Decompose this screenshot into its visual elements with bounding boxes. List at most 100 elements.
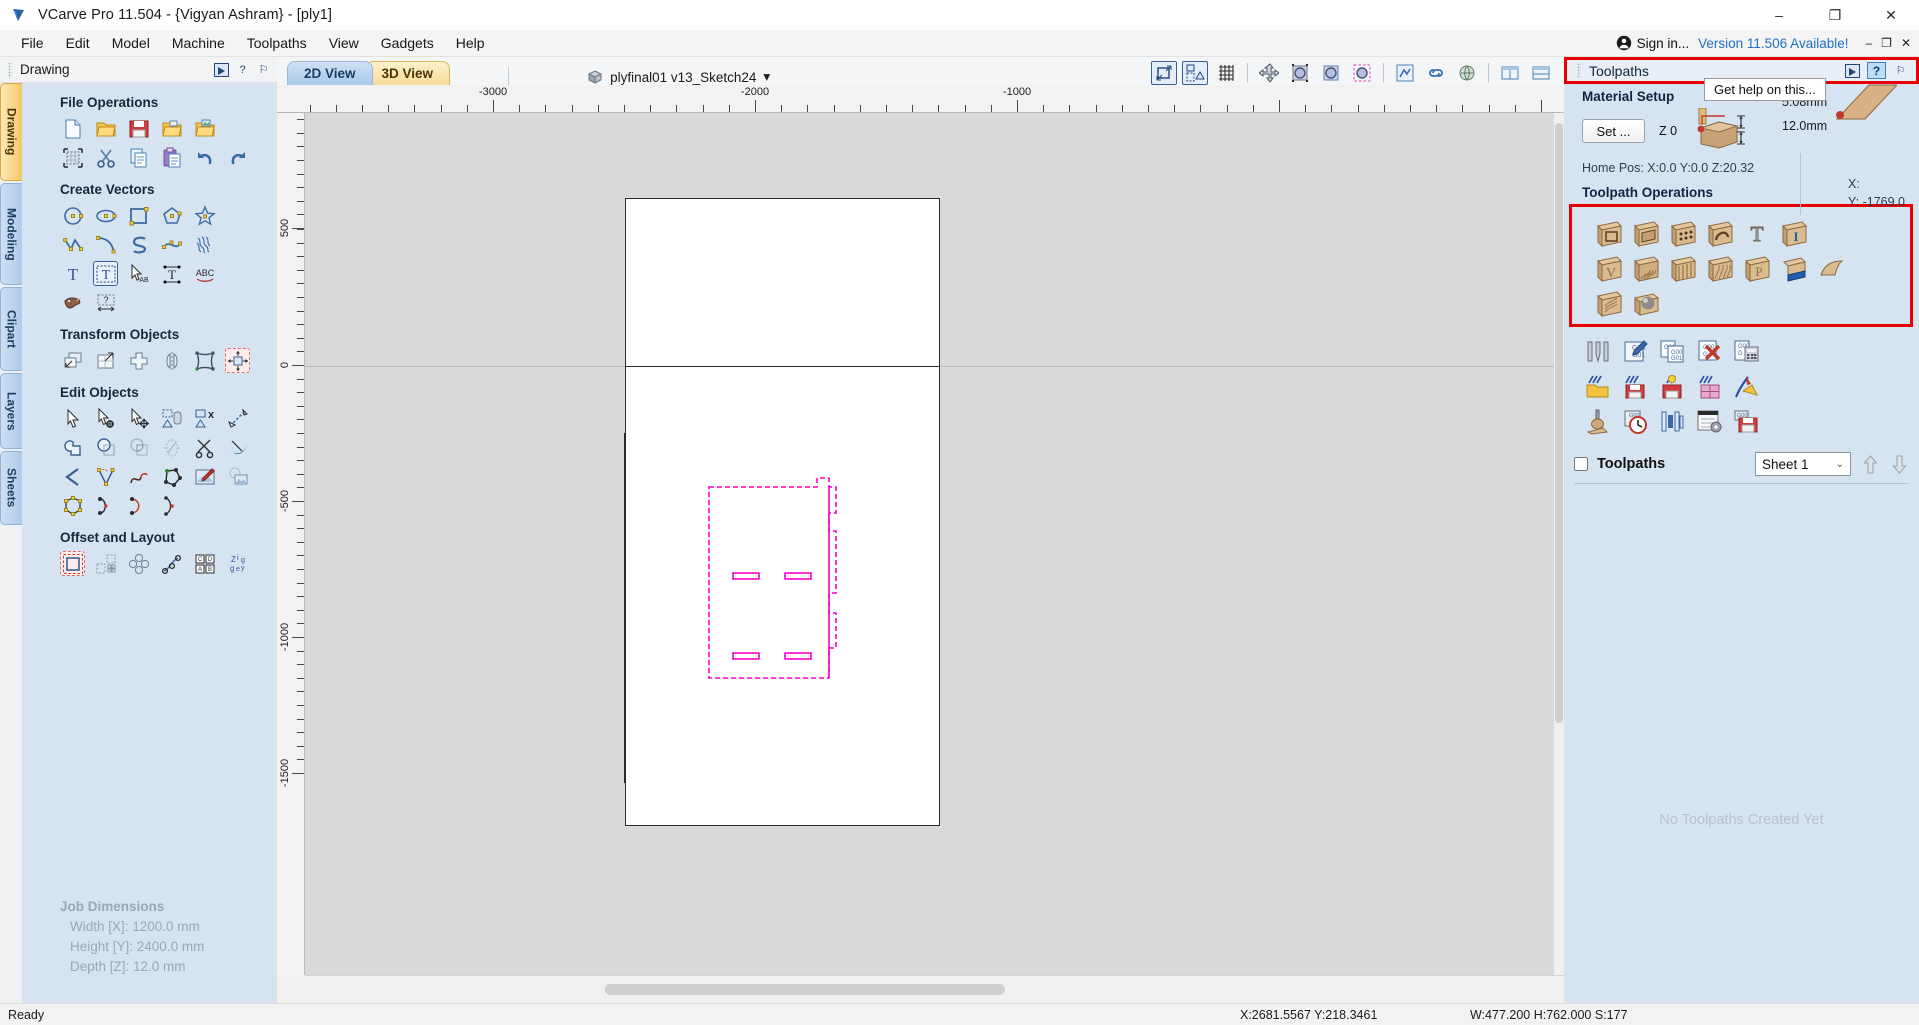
measure-icon[interactable] <box>225 406 250 431</box>
join-vectors-icon[interactable] <box>159 406 184 431</box>
offset-vectors-icon[interactable] <box>60 551 85 576</box>
draw-rectangle-icon[interactable] <box>126 203 151 228</box>
pan-view-icon[interactable] <box>1256 61 1282 85</box>
delete-gcode-icon[interactable]: G00G <box>1695 337 1724 366</box>
mirror-object-icon[interactable] <box>159 348 184 373</box>
text-toolpath-icon[interactable]: T <box>1743 219 1772 248</box>
link-vectors-icon[interactable] <box>1423 61 1449 85</box>
fillet-icon[interactable] <box>60 464 85 489</box>
copy-along-curve-icon[interactable] <box>159 551 184 576</box>
menu-toolpaths[interactable]: Toolpaths <box>236 31 318 55</box>
fill-tool-icon[interactable] <box>225 435 250 460</box>
edit-bitmap-icon[interactable] <box>192 464 217 489</box>
move-down-button[interactable] <box>1889 453 1909 475</box>
draw-spline-icon[interactable] <box>159 232 184 257</box>
insert-node-icon[interactable] <box>159 464 184 489</box>
toolpath-export-icon[interactable] <box>1732 372 1761 401</box>
sidebar-tab-sheets[interactable]: Sheets <box>0 451 22 525</box>
horizontal-ruler[interactable]: -3000 -2000 -1000 <box>277 85 1564 113</box>
vcarve-toolpath-icon[interactable] <box>1706 219 1735 248</box>
tab-3d-view[interactable]: 3D View <box>364 61 451 85</box>
draw-curve-icon[interactable] <box>126 232 151 257</box>
toolpaths-visibility-checkbox[interactable] <box>1574 457 1588 471</box>
draw-polyline-icon[interactable] <box>60 232 85 257</box>
sidebar-tab-modeling[interactable]: Modeling <box>0 183 22 285</box>
dimension-tool-icon[interactable]: ? <box>93 290 118 315</box>
cut-icon[interactable] <box>93 145 118 170</box>
curve-point-icon[interactable] <box>159 493 184 518</box>
menu-view[interactable]: View <box>318 31 370 55</box>
tool-database-icon[interactable] <box>1584 337 1613 366</box>
create-fillet-icon[interactable] <box>93 464 118 489</box>
collapse-panel-icon[interactable] <box>1845 63 1860 78</box>
open-toolpath-icon[interactable] <box>1584 372 1613 401</box>
split-view-horizontal-icon[interactable] <box>1497 61 1523 85</box>
mdi-restore-button[interactable]: ❐ <box>1881 36 1892 50</box>
toolpath-template-icon[interactable] <box>1695 407 1724 436</box>
edit-text-icon[interactable]: T <box>93 261 118 286</box>
pin-icon[interactable]: ⚐ <box>256 62 271 77</box>
file-dropdown-caret-icon[interactable]: ▾ <box>763 69 770 85</box>
trace-bitmap-icon[interactable] <box>60 290 85 315</box>
fluting-toolpath-icon[interactable] <box>1632 254 1661 283</box>
import-file-icon[interactable] <box>159 116 184 141</box>
zoom-in-icon[interactable] <box>1287 61 1313 85</box>
align-objects-icon[interactable] <box>225 348 250 373</box>
zoom-extents-icon[interactable] <box>1151 61 1177 85</box>
sidebar-tab-clipart[interactable]: Clipart <box>0 287 22 371</box>
draw-texture-icon[interactable] <box>192 232 217 257</box>
intersect-icon[interactable] <box>126 435 151 460</box>
select-all-icon[interactable] <box>60 145 85 170</box>
panel-grip-icon[interactable] <box>8 61 12 78</box>
mdi-minimize-button[interactable]: – <box>1865 36 1872 50</box>
scissors-trim-icon[interactable] <box>192 435 217 460</box>
zoom-out-icon[interactable] <box>1318 61 1344 85</box>
draw-ellipse-icon[interactable] <box>93 203 118 228</box>
toggle-grid-icon[interactable] <box>1213 61 1239 85</box>
toggle-3d-preview-icon[interactable] <box>1454 61 1480 85</box>
drilling-toolpath-icon[interactable] <box>1669 219 1698 248</box>
menu-model[interactable]: Model <box>101 31 161 55</box>
mdi-close-button[interactable]: ✕ <box>1901 36 1911 50</box>
draw-polygon-icon[interactable] <box>159 203 184 228</box>
crop-bitmap-icon[interactable] <box>225 464 250 489</box>
menu-gadgets[interactable]: Gadgets <box>370 31 445 55</box>
vertical-ruler[interactable]: 500 0 -500 -1000 -1500 <box>277 113 305 975</box>
paste-icon[interactable] <box>159 145 184 170</box>
toolpath-sheets-icon[interactable] <box>1695 372 1724 401</box>
node-edit-icon[interactable] <box>93 406 118 431</box>
redo-icon[interactable] <box>225 145 250 170</box>
import-bitmap-icon[interactable] <box>192 116 217 141</box>
tab-2d-view[interactable]: 2D View <box>287 61 373 85</box>
auto-text-layout-icon[interactable]: ABC <box>192 261 217 286</box>
active-file-selector[interactable]: plyfinal01 v13_Sketch24 ▾ <box>587 69 770 85</box>
toggle-vectors-icon[interactable] <box>1392 61 1418 85</box>
save-toolpath-icon[interactable] <box>1621 372 1650 401</box>
save-file-icon[interactable] <box>126 116 151 141</box>
pin-icon[interactable]: ⚐ <box>1893 63 1908 78</box>
trim-vectors-icon[interactable] <box>159 435 184 460</box>
horizontal-scrollbar[interactable] <box>305 975 1564 1003</box>
weld-union-icon[interactable] <box>60 435 85 460</box>
move-object-icon[interactable] <box>60 348 85 373</box>
open-file-icon[interactable] <box>93 116 118 141</box>
vertical-scrollbar[interactable] <box>1554 113 1564 975</box>
minimize-button[interactable]: – <box>1751 0 1807 30</box>
undo-icon[interactable] <box>192 145 217 170</box>
draw-arc-icon[interactable] <box>93 232 118 257</box>
array-copy-icon[interactable] <box>126 551 151 576</box>
chamfer-toolpath-icon[interactable] <box>1780 254 1809 283</box>
save-toolpath-template-icon[interactable]: G00 <box>1732 407 1761 436</box>
maximize-button[interactable]: ❐ <box>1807 0 1863 30</box>
select-text-icon[interactable]: AB <box>126 261 151 286</box>
new-file-icon[interactable] <box>60 116 85 141</box>
draw-circle-icon[interactable] <box>60 203 85 228</box>
rotate-object-icon[interactable] <box>126 348 151 373</box>
nest-parts-icon[interactable] <box>93 551 118 576</box>
drawing-canvas[interactable] <box>305 113 1564 975</box>
collapse-panel-icon[interactable] <box>214 62 229 77</box>
moulding-toolpath-icon[interactable] <box>1817 254 1846 283</box>
subtract-icon[interactable] <box>93 435 118 460</box>
curve-smooth-icon[interactable] <box>126 493 151 518</box>
zoom-region-icon[interactable] <box>1349 61 1375 85</box>
